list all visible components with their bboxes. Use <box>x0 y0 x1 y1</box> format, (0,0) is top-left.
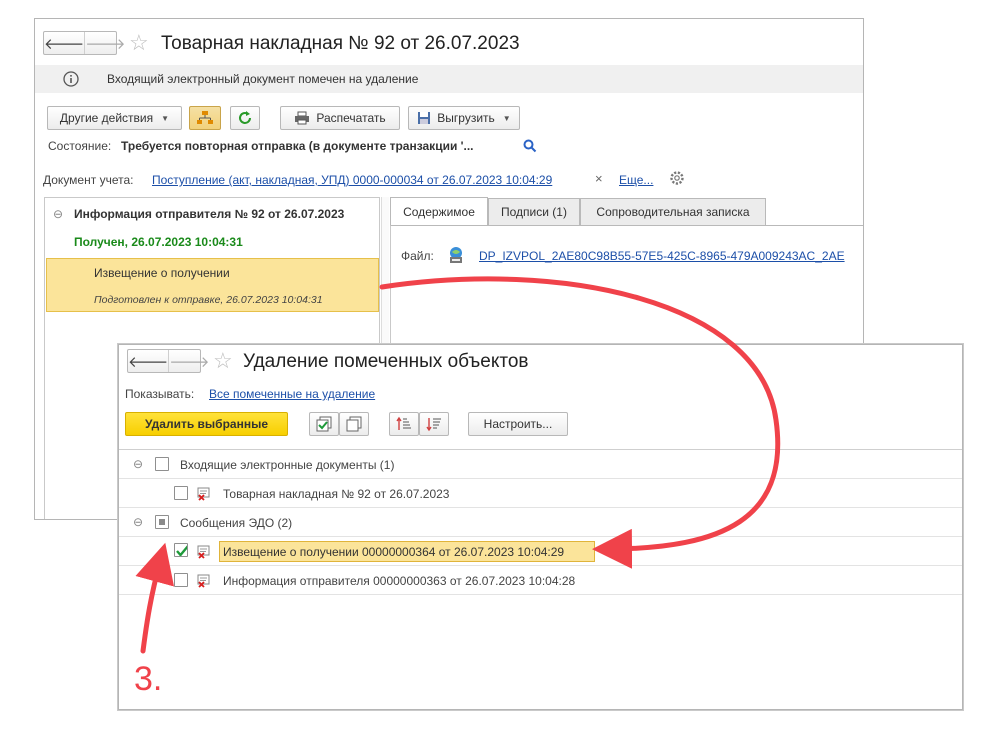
sort-desc-icon <box>426 418 441 432</box>
uncheck-all-icon <box>346 416 362 432</box>
print-button[interactable]: Распечатать <box>280 106 400 130</box>
caret-down-icon: ▼ <box>161 113 170 123</box>
clear-icon[interactable]: × <box>595 171 603 186</box>
collapse-icon[interactable]: ⊖ <box>133 457 143 471</box>
annotation-step-number: 3. <box>134 660 163 698</box>
uncheck-all-button[interactable] <box>339 412 369 436</box>
item-checkbox[interactable] <box>174 486 188 500</box>
group-row[interactable]: ⊖ Сообщения ЭДО (2) <box>119 508 962 537</box>
tree-item-sub: Подготовлен к отправке, 26.07.2023 10:04… <box>94 294 323 306</box>
item-label: Извещение о получении 00000000364 от 26.… <box>223 545 565 559</box>
group-checkbox-partial[interactable] <box>155 515 169 529</box>
file-label: Файл: <box>401 249 434 263</box>
show-filter-link[interactable]: Все помеченные на удаление <box>209 387 375 401</box>
doc-delete-icon <box>197 487 210 501</box>
caret-down-icon: ▼ <box>502 113 511 123</box>
window-title-2: Удаление помеченных объектов <box>243 351 529 372</box>
more-link[interactable]: Еще... <box>619 173 653 187</box>
group-label: Сообщения ЭДО (2) <box>180 516 293 530</box>
item-label: Информация отправителя 00000000363 от 26… <box>223 574 576 588</box>
info-message: Входящий электронный документ помечен на… <box>107 72 419 86</box>
favorite-star-icon[interactable]: ☆ <box>129 32 149 54</box>
export-label: Выгрузить <box>437 111 495 125</box>
file-link[interactable]: DP_IZVPOL_2AE80C98B55-57E5-425C-8965-479… <box>479 249 845 263</box>
delete-selected-button[interactable]: Удалить выбранные <box>125 412 288 436</box>
collapse-icon[interactable]: ⊖ <box>53 207 63 221</box>
sort-desc-button[interactable] <box>419 412 449 436</box>
nav-buttons-2: 🡐 🡒 <box>127 349 209 373</box>
sort-asc-icon <box>396 416 411 430</box>
back-arrow-icon[interactable]: 🡐 <box>128 350 168 372</box>
nav-buttons: 🡐 🡒 <box>43 31 125 55</box>
configure-button[interactable]: Настроить... <box>468 412 568 436</box>
account-doc-link[interactable]: Поступление (акт, накладная, УПД) 0000-0… <box>152 173 552 187</box>
status-value: Требуется повторная отправка (в документ… <box>121 139 474 153</box>
item-checkbox-checked[interactable] <box>174 543 188 557</box>
status-label: Состояние: <box>48 139 112 153</box>
marked-objects-list: ⊖ Входящие электронные документы (1) Тов… <box>119 449 962 709</box>
forward-arrow-icon[interactable]: 🡒 <box>84 32 125 54</box>
doc-delete-icon <box>197 545 210 559</box>
doc-delete-icon <box>197 574 210 588</box>
group-checkbox[interactable] <box>155 457 169 471</box>
account-doc-label: Документ учета: <box>43 173 134 187</box>
tree-header: Информация отправителя № 92 от 26.07.202… <box>74 207 345 221</box>
list-item-selected[interactable]: Извещение о получении 00000000364 от 26.… <box>119 537 962 566</box>
check-all-button[interactable] <box>309 412 339 436</box>
refresh-button[interactable] <box>230 106 260 130</box>
list-item[interactable]: Информация отправителя 00000000363 от 26… <box>119 566 962 595</box>
tab-contents[interactable]: Содержимое <box>390 197 488 225</box>
collapse-icon[interactable]: ⊖ <box>133 515 143 529</box>
show-label: Показывать: <box>125 387 195 401</box>
info-icon <box>63 71 79 87</box>
gear-icon[interactable] <box>669 170 685 186</box>
tree-item-title: Извещение о получении <box>94 266 230 280</box>
export-button[interactable]: Выгрузить ▼ <box>408 106 520 130</box>
print-label: Распечатать <box>316 111 386 125</box>
sort-asc-button[interactable] <box>389 412 419 436</box>
refresh-icon <box>239 111 251 124</box>
list-item[interactable]: Товарная накладная № 92 от 26.07.2023 <box>119 479 962 508</box>
search-icon[interactable] <box>523 139 537 153</box>
info-bar: Входящий электронный документ помечен на… <box>35 65 863 93</box>
tree-structure-icon <box>197 111 213 124</box>
back-arrow-icon[interactable]: 🡐 <box>44 32 84 54</box>
check-all-icon <box>316 416 332 432</box>
tab-cover-note[interactable]: Сопроводительная записка <box>580 198 766 225</box>
tree-item-selected[interactable]: Извещение о получении Подготовлен к отпр… <box>46 258 379 312</box>
group-label: Входящие электронные документы (1) <box>180 458 395 472</box>
floppy-icon <box>418 112 431 124</box>
item-label: Товарная накладная № 92 от 26.07.2023 <box>223 487 450 501</box>
other-actions-label: Другие действия <box>59 111 154 125</box>
favorite-star-icon[interactable]: ☆ <box>213 350 233 372</box>
delete-marked-window: 🡐 🡒 ☆ Удаление помеченных объектов Показ… <box>118 344 963 710</box>
group-row[interactable]: ⊖ Входящие электронные документы (1) <box>119 450 962 479</box>
forward-arrow-icon[interactable]: 🡒 <box>168 350 209 372</box>
item-checkbox[interactable] <box>174 573 188 587</box>
printer-icon <box>295 111 310 125</box>
file-signed-icon <box>450 247 462 263</box>
structure-button[interactable] <box>189 106 221 130</box>
other-actions-button[interactable]: Другие действия ▼ <box>47 106 182 130</box>
tab-signatures[interactable]: Подписи (1) <box>488 198 580 225</box>
window-title: Товарная накладная № 92 от 26.07.2023 <box>161 33 520 54</box>
received-status: Получен, 26.07.2023 10:04:31 <box>74 235 243 249</box>
